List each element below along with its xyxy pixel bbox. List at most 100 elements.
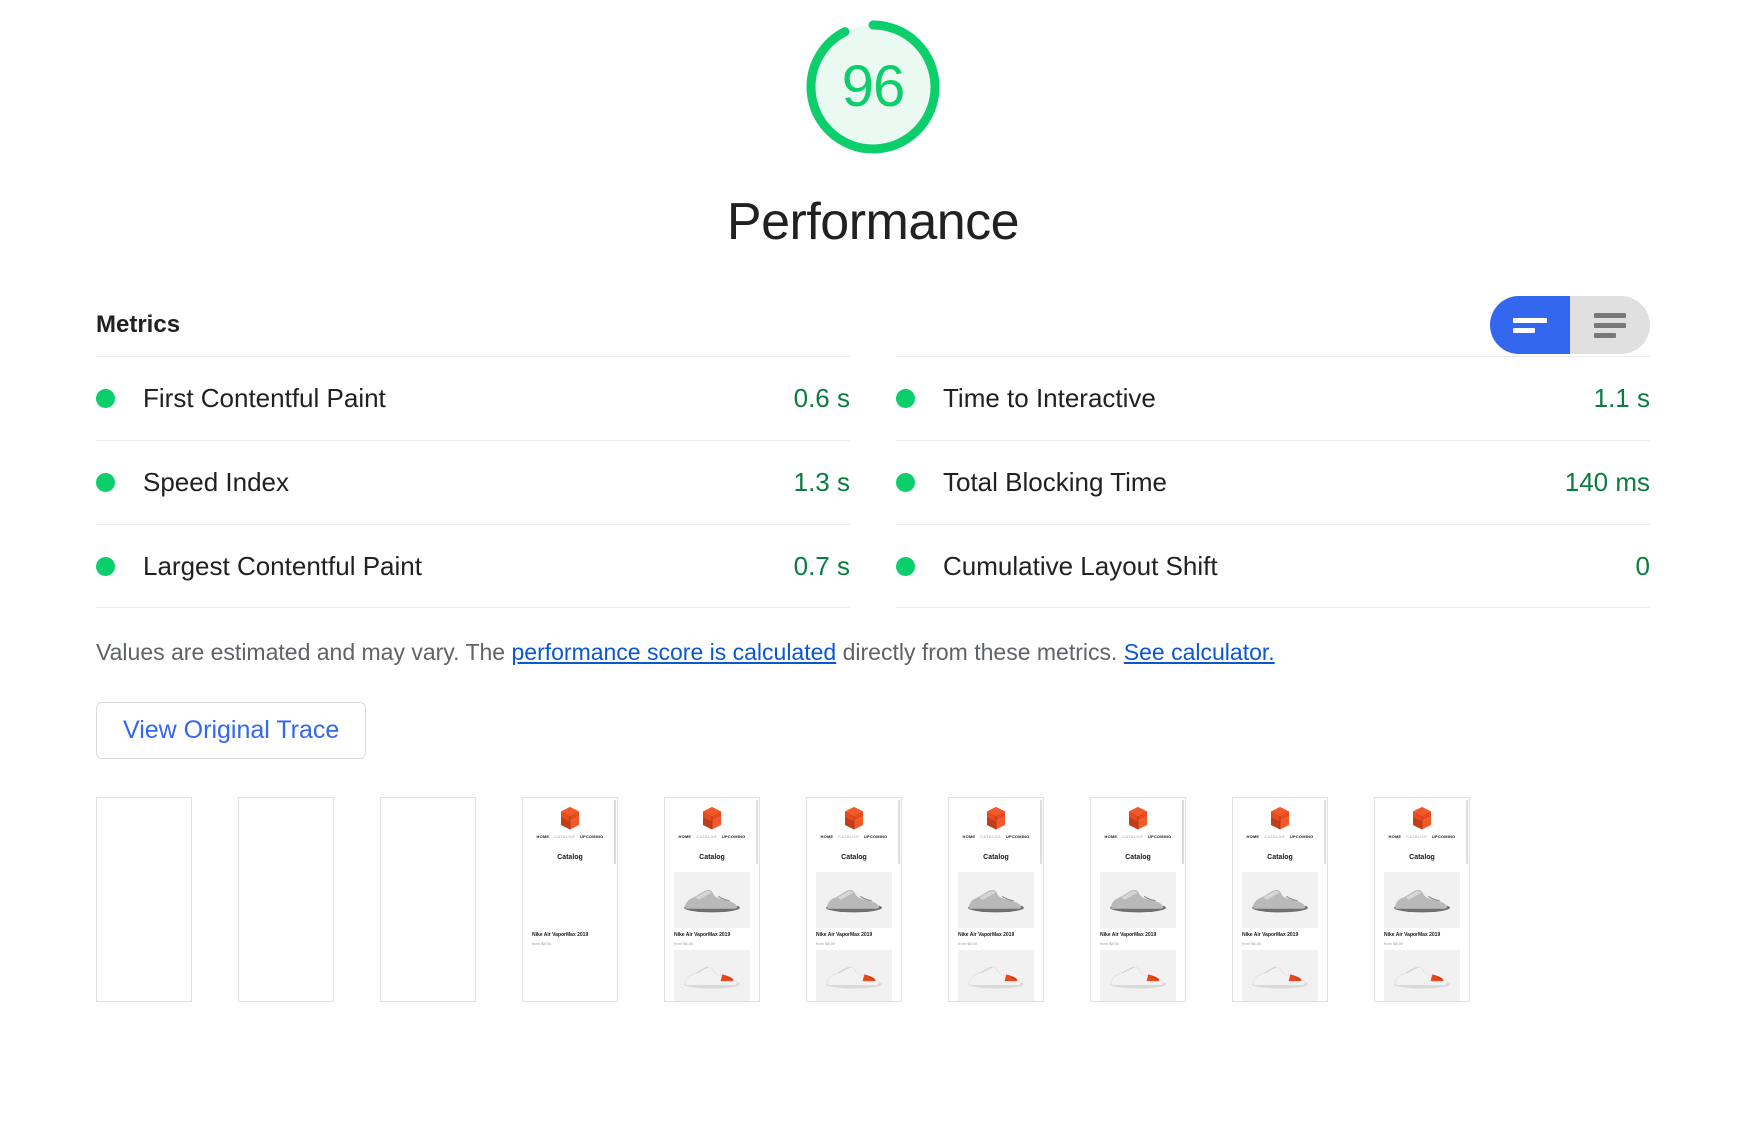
product-image-2 — [1242, 950, 1318, 1002]
filmstrip-frame[interactable] — [238, 797, 334, 1003]
metric-row[interactable]: Largest Contentful Paint 0.7 s — [96, 524, 850, 608]
metrics-header: Metrics — [0, 296, 1746, 354]
metric-row[interactable]: First Contentful Paint 0.6 s — [96, 356, 850, 440]
frame-blank — [239, 798, 333, 1002]
disclaimer-prefix: Values are estimated and may vary. The — [96, 639, 512, 665]
mini-heading: Catalog — [1267, 854, 1293, 862]
frame-blank — [381, 798, 475, 1002]
nav-upcoming: UPCOMING — [721, 834, 746, 840]
metric-value: 140 ms — [1564, 467, 1650, 497]
nav-catalog: CATALOG — [1406, 834, 1427, 840]
site-logo-icon — [1269, 806, 1291, 830]
performance-score-gauge: 96 — [794, 8, 952, 166]
see-calculator-link[interactable]: See calculator. — [1124, 639, 1275, 665]
toggle-simple-view[interactable] — [1490, 296, 1570, 354]
nav-catalog: CATALOG — [1122, 834, 1143, 840]
toggle-expanded-view[interactable] — [1570, 296, 1650, 354]
nav-upcoming: UPCOMING — [579, 834, 604, 840]
mini-nav: HOME CATALOG UPCOMING — [1375, 834, 1469, 839]
metric-value: 0.6 s — [793, 383, 850, 413]
mini-nav: HOME CATALOG UPCOMING — [665, 834, 759, 839]
product-title: Nike Air VaporMax 2019 — [1384, 932, 1441, 939]
view-original-trace-button[interactable]: View Original Trace — [96, 702, 367, 760]
filmstrip-frame[interactable]: HOME CATALOG UPCOMING Catalog Nike Air Vapor… — [522, 797, 618, 1003]
product-image — [958, 872, 1034, 929]
site-logo-icon — [985, 806, 1007, 830]
filmstrip-frame[interactable]: HOME CATALOG UPCOMING Catalog Nike Air Vapor… — [664, 797, 760, 1003]
frame-content: HOME CATALOG UPCOMING Catalog Nike Air Vapor… — [1375, 798, 1469, 1002]
nav-upcoming: UPCOMING — [1431, 834, 1456, 840]
nav-catalog: CATALOG — [696, 834, 717, 840]
nav-home: HOME — [820, 834, 834, 840]
metric-label: Speed Index — [143, 467, 290, 497]
product-image-2 — [674, 950, 750, 1002]
mini-heading: Catalog — [557, 854, 583, 862]
filmstrip-frame[interactable] — [380, 797, 476, 1003]
scrollbar[interactable] — [1040, 800, 1042, 865]
product-image-2 — [1384, 950, 1460, 1002]
product-price: from $8.00 — [532, 941, 552, 947]
mini-nav: HOME CATALOG UPCOMING — [949, 834, 1043, 839]
filmstrip-frame[interactable]: HOME CATALOG UPCOMING Catalog Nike Air Vapor… — [1090, 797, 1186, 1003]
product-price: from $8.00 — [1100, 941, 1120, 947]
site-logo-icon — [1411, 806, 1433, 830]
product-image-2 — [1100, 950, 1176, 1002]
mini-heading: Catalog — [1409, 854, 1435, 862]
metric-row[interactable]: Cumulative Layout Shift 0 — [896, 524, 1650, 608]
mini-heading: Catalog — [1125, 854, 1151, 862]
frame-content: HOME CATALOG UPCOMING Catalog Nike Air Vapor… — [523, 798, 617, 1002]
view-toggle[interactable] — [1490, 296, 1650, 354]
score-block: 96 Performance — [0, 0, 1746, 252]
nav-upcoming: UPCOMING — [1147, 834, 1172, 840]
filmstrip-frame[interactable]: HOME CATALOG UPCOMING Catalog Nike Air Vapor… — [948, 797, 1044, 1003]
nav-home: HOME — [1246, 834, 1260, 840]
metrics-right-column: Time to Interactive 1.1 s Total Blocking… — [896, 356, 1650, 608]
product-title: Nike Air VaporMax 2019 — [674, 932, 731, 939]
metric-value: 0.7 s — [793, 550, 850, 581]
nav-home: HOME — [678, 834, 692, 840]
product-price: from $8.00 — [1384, 941, 1404, 947]
mini-heading: Catalog — [699, 854, 725, 862]
scrollbar[interactable] — [614, 800, 616, 865]
product-price: from $8.00 — [958, 941, 978, 947]
three-bars-icon — [1594, 312, 1626, 338]
filmstrip-frame[interactable]: HOME CATALOG UPCOMING Catalog Nike Air Vapor… — [1374, 797, 1470, 1003]
filmstrip-frame[interactable]: HOME CATALOG UPCOMING Catalog Nike Air Vapor… — [806, 797, 902, 1003]
metric-label: Cumulative Layout Shift — [943, 550, 1218, 581]
nav-catalog: CATALOG — [1264, 834, 1285, 840]
scrollbar[interactable] — [1182, 800, 1184, 865]
site-logo-icon — [1127, 806, 1149, 830]
product-image — [1384, 872, 1460, 929]
status-pass-icon — [896, 389, 915, 408]
product-image — [1100, 872, 1176, 929]
metric-row[interactable]: Speed Index 1.3 s — [96, 440, 850, 524]
nav-home: HOME — [1104, 834, 1118, 840]
metrics-left-column: First Contentful Paint 0.6 s Speed Index… — [96, 356, 850, 608]
site-logo-icon — [843, 806, 865, 830]
scrollbar[interactable] — [898, 800, 900, 865]
frame-content: HOME CATALOG UPCOMING Catalog Nike Air Vapor… — [1233, 798, 1327, 1002]
metric-label: Time to Interactive — [943, 383, 1156, 413]
filmstrip-frame[interactable] — [96, 797, 192, 1003]
metric-value: 1.3 s — [793, 467, 850, 497]
scrollbar[interactable] — [756, 800, 758, 865]
scrollbar[interactable] — [1466, 800, 1468, 865]
mini-nav: HOME CATALOG UPCOMING — [1091, 834, 1185, 839]
filmstrip: HOME CATALOG UPCOMING Catalog Nike Air Vapor… — [0, 797, 1746, 1003]
nav-catalog: CATALOG — [980, 834, 1001, 840]
nav-home: HOME — [962, 834, 976, 840]
product-image-2 — [816, 950, 892, 1002]
status-pass-icon — [96, 556, 115, 576]
frame-content: HOME CATALOG UPCOMING Catalog Nike Air Vapor… — [949, 798, 1043, 1002]
product-image — [816, 872, 892, 929]
metric-row[interactable]: Time to Interactive 1.1 s — [896, 356, 1650, 440]
status-pass-icon — [96, 389, 115, 408]
metric-row[interactable]: Total Blocking Time 140 ms — [896, 440, 1650, 524]
scrollbar[interactable] — [1324, 800, 1326, 865]
filmstrip-frame[interactable]: HOME CATALOG UPCOMING Catalog Nike Air Vapor… — [1232, 797, 1328, 1003]
performance-score-link[interactable]: performance score is calculated — [511, 639, 836, 665]
frame-content: HOME CATALOG UPCOMING Catalog Nike Air Vapor… — [665, 798, 759, 1002]
status-pass-icon — [96, 473, 115, 492]
disclaimer-middle: directly from these metrics. — [836, 639, 1124, 665]
metrics-grid: First Contentful Paint 0.6 s Speed Index… — [0, 356, 1746, 608]
